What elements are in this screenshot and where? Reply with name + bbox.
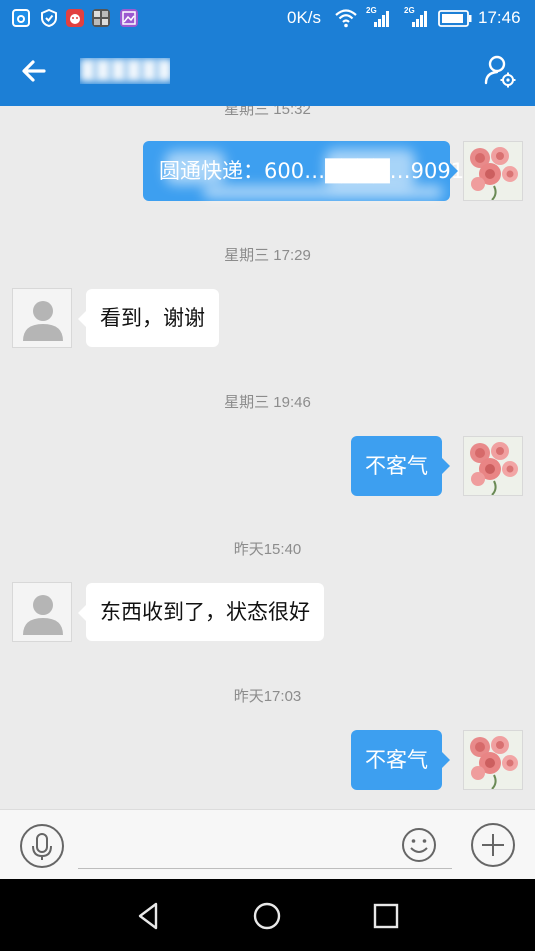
- message-bubble-outgoing[interactable]: 不客气: [351, 436, 450, 496]
- timestamp: 昨天15:40: [233, 541, 302, 558]
- message-bubble-incoming[interactable]: 东西收到了，状态很好: [78, 583, 324, 641]
- avatar-self[interactable]: [463, 730, 523, 790]
- message-bubble-incoming[interactable]: 看到，谢谢: [78, 289, 219, 347]
- rose-avatar-image: [464, 437, 522, 495]
- timestamp: 星期三 17:29: [224, 247, 311, 264]
- arrow-left-icon: [22, 60, 46, 82]
- battery-icon: [438, 10, 472, 27]
- default-user-icon: [23, 301, 63, 341]
- message-text: 不客气: [365, 454, 428, 478]
- back-triangle-icon: [138, 902, 158, 930]
- status-bar: 0K/s 2G 2G 17:46: [0, 0, 535, 36]
- avatar-contact[interactable]: [12, 288, 72, 348]
- rose-avatar-image: [464, 731, 522, 789]
- message-input[interactable]: [78, 827, 452, 869]
- blur-mask: [203, 185, 443, 199]
- app-icon-1: [12, 9, 30, 27]
- avatar-contact[interactable]: [12, 582, 72, 642]
- emoji-button[interactable]: [400, 826, 438, 864]
- timestamp: 昨天17:03: [233, 688, 302, 705]
- timestamp: 星期三 15:32: [224, 106, 311, 118]
- back-button[interactable]: [16, 54, 56, 88]
- plus-icon: [471, 823, 515, 867]
- system-nav-bar: [0, 879, 535, 951]
- app-icon-red: [66, 9, 84, 27]
- message-bubble-outgoing[interactable]: 圆通快递：600…████…9091: [143, 141, 464, 201]
- timestamp: 星期三 19:46: [224, 394, 311, 411]
- nav-back-button[interactable]: [132, 899, 166, 933]
- app-icon-grid: [92, 9, 110, 27]
- wifi-icon: [334, 8, 358, 28]
- signal-icon-2: 2G: [404, 6, 428, 29]
- contact-profile-button[interactable]: [483, 53, 519, 89]
- message-text: 看到，谢谢: [100, 306, 205, 330]
- home-circle-icon: [253, 902, 281, 930]
- default-user-icon: [23, 595, 63, 635]
- avatar-self[interactable]: [463, 141, 523, 201]
- network-speed: 0K/s: [287, 8, 322, 27]
- nav-home-button[interactable]: [250, 899, 284, 933]
- message-list[interactable]: 星期三 15:32 圆通快递：600…████…9091 星期三 17:29 看…: [0, 106, 535, 809]
- input-bar: [0, 809, 535, 879]
- user-settings-icon: [484, 55, 516, 88]
- gallery-icon: [120, 9, 138, 27]
- message-bubble-outgoing[interactable]: 不客气: [351, 730, 450, 790]
- blur-mask: [165, 151, 225, 185]
- contact-name: ██████: [80, 58, 170, 82]
- message-text: 东西收到了，状态很好: [100, 600, 310, 624]
- nav-recents-button[interactable]: [369, 899, 403, 933]
- rose-avatar-image: [464, 142, 522, 200]
- smiley-icon: [402, 828, 436, 862]
- voice-input-button[interactable]: [19, 823, 65, 869]
- recents-square-icon: [373, 903, 399, 929]
- title-bar: ██████: [0, 36, 535, 106]
- shield-icon: [40, 8, 58, 28]
- more-actions-button[interactable]: [470, 822, 516, 868]
- avatar-self[interactable]: [463, 436, 523, 496]
- clock: 17:46: [478, 8, 521, 27]
- message-text: 不客气: [365, 748, 428, 772]
- microphone-icon: [20, 824, 64, 868]
- blur-mask: [325, 149, 415, 189]
- signal-icon: 2G: [366, 6, 390, 29]
